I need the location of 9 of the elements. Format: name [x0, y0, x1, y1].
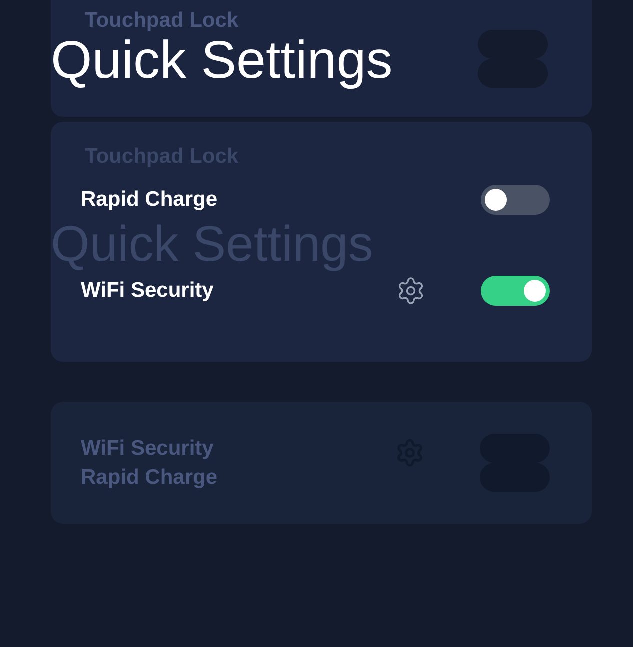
setting-label: WiFi Security [81, 279, 215, 303]
toggle-switch[interactable] [481, 276, 550, 306]
faded-label: Touchpad Lock [85, 8, 239, 34]
faded-label: WiFi Security [81, 436, 215, 462]
toggle-switch[interactable] [481, 185, 550, 215]
faded-label: Rapid Charge [81, 465, 219, 491]
setting-label: Rapid Charge [81, 188, 219, 212]
settings-icon[interactable] [396, 276, 426, 306]
page-title: Quick Settings [51, 32, 393, 90]
